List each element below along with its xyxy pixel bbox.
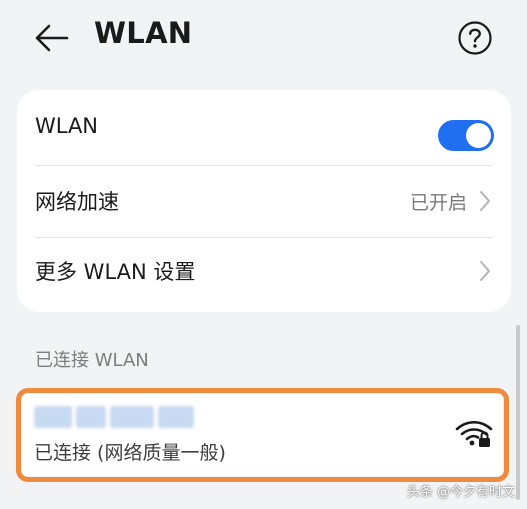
connected-section-title: 已连接 WLAN <box>35 350 149 371</box>
chevron-right-icon <box>480 191 490 211</box>
network-name-redacted <box>34 406 194 428</box>
more-wlan-settings-label: 更多 WLAN 设置 <box>35 260 196 284</box>
top-bar: WLAN <box>0 0 527 80</box>
toggle-knob <box>466 123 491 148</box>
more-wlan-settings-row[interactable]: 更多 WLAN 设置 <box>17 236 511 307</box>
settings-card: WLAN 网络加速 已开启 更多 WLAN 设置 <box>17 90 511 312</box>
wlan-toggle-row[interactable]: WLAN <box>17 94 511 165</box>
chevron-right-icon <box>480 261 490 281</box>
page-title: WLAN <box>94 16 193 50</box>
network-accel-row[interactable]: 网络加速 已开启 <box>17 166 511 237</box>
network-accel-label: 网络加速 <box>35 190 119 214</box>
wifi-locked-icon <box>455 420 493 447</box>
wlan-toggle-switch[interactable] <box>438 120 494 151</box>
connected-network-item[interactable]: 已连接 (网络质量一般) <box>16 388 509 482</box>
watermark: 头条 @今夕有时文 <box>406 485 515 500</box>
network-status: 已连接 (网络质量一般) <box>34 442 226 464</box>
wlan-label: WLAN <box>35 114 99 138</box>
back-arrow-icon[interactable] <box>34 22 70 54</box>
help-icon[interactable] <box>457 20 493 56</box>
network-accel-value: 已开启 <box>409 192 467 214</box>
scrollbar[interactable] <box>516 325 520 500</box>
